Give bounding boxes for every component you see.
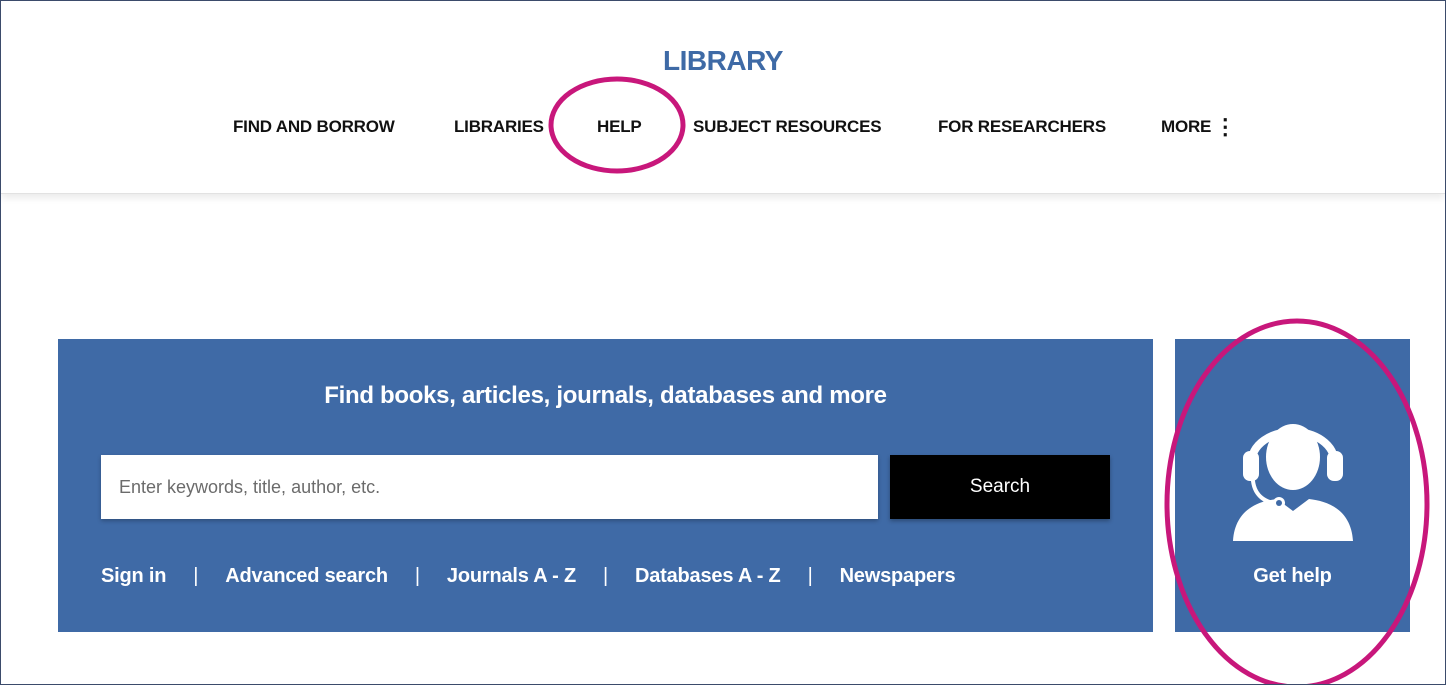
search-heading: Find books, articles, journals, database… [324,382,887,409]
newspapers-link[interactable]: Newspapers [840,565,956,587]
link-separator: | [602,565,608,587]
headset-person-icon [1233,424,1353,541]
site-title[interactable]: LIBRARY [1,45,1445,77]
nav-for-researchers[interactable]: FOR RESEARCHERS [938,117,1106,137]
quick-links: Sign in | Advanced search | Journals A - Z | D… [101,565,956,591]
link-separator: | [193,565,199,587]
nav-more-label: MORE [1161,117,1212,136]
get-help-label: Get help [1253,565,1332,587]
nav-find-and-borrow[interactable]: FIND AND BORROW [233,117,395,137]
vertical-dots-icon: ⋮ [1214,114,1237,139]
nav-help[interactable]: HELP [597,117,642,137]
get-help-card[interactable]: Get help [1175,339,1410,632]
link-separator: | [807,565,813,587]
nav-libraries[interactable]: LIBRARIES [454,117,544,137]
site-header: LIBRARY FIND AND BORROW LIBRARIES HELP S… [1,1,1445,194]
page-frame: LIBRARY FIND AND BORROW LIBRARIES HELP S… [0,0,1446,685]
nav-more[interactable]: MORE ⋮ [1161,114,1237,139]
databases-a-z-link[interactable]: Databases A - Z [635,565,781,587]
search-button[interactable]: Search [890,455,1110,519]
journals-a-z-link[interactable]: Journals A - Z [447,565,576,587]
search-input[interactable] [101,455,878,519]
nav-subject-resources[interactable]: SUBJECT RESOURCES [693,117,882,137]
search-panel: Find books, articles, journals, database… [58,339,1153,632]
sign-in-link[interactable]: Sign in [101,565,166,587]
advanced-search-link[interactable]: Advanced search [225,565,388,587]
link-separator: | [414,565,420,587]
